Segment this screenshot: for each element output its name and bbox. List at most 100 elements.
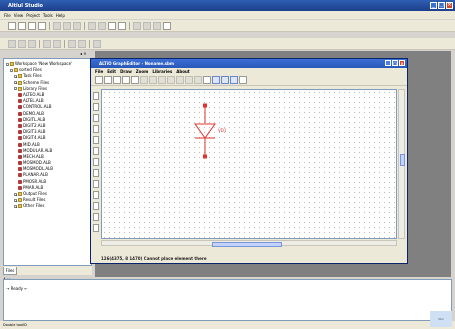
list-icon[interactable] xyxy=(28,39,36,48)
palette-pencil-icon[interactable] xyxy=(93,114,99,122)
editor-cut-icon[interactable] xyxy=(140,76,148,84)
zoom-out-icon[interactable] xyxy=(221,76,229,84)
diode-pin-top[interactable] xyxy=(203,103,207,108)
editor-menu-zoom[interactable]: Zoom xyxy=(136,69,149,74)
tab-files[interactable]: Files xyxy=(3,267,17,275)
secondary-toolbar xyxy=(0,38,455,50)
palette-rect-icon[interactable] xyxy=(93,136,99,144)
tree-item[interactable]: + Other Files xyxy=(6,203,89,209)
new-file-icon[interactable] xyxy=(8,21,16,30)
editor-preview-icon[interactable] xyxy=(131,76,139,84)
help-icon[interactable] xyxy=(118,21,126,30)
arrow-down-icon[interactable] xyxy=(53,39,61,48)
settings-icon[interactable] xyxy=(163,21,171,30)
palette-line-icon[interactable] xyxy=(93,125,99,133)
editor-help-icon[interactable] xyxy=(239,76,247,84)
arrow-up-icon[interactable] xyxy=(43,39,51,48)
editor-print-icon[interactable] xyxy=(122,76,130,84)
run-icon[interactable] xyxy=(133,21,141,30)
vertical-scroll-thumb[interactable] xyxy=(400,154,405,166)
child-close-button[interactable]: × xyxy=(399,60,405,66)
palette-ground-icon[interactable] xyxy=(93,191,99,199)
editor-save-icon[interactable] xyxy=(113,76,121,84)
bookmark-icon[interactable] xyxy=(93,39,101,48)
canvas-horizontal-scrollbar[interactable] xyxy=(101,240,397,247)
tree-expander-icon[interactable]: + xyxy=(14,81,18,85)
schematic-canvas[interactable]: VD1 xyxy=(101,89,397,239)
editor-menu-libraries[interactable]: Libraries xyxy=(152,69,172,74)
library-file-icon xyxy=(18,111,22,116)
editor-paste-icon[interactable] xyxy=(158,76,166,84)
tree-expander-icon[interactable]: + xyxy=(14,74,18,78)
menu-help[interactable]: Help xyxy=(56,13,65,18)
palette-text-icon[interactable] xyxy=(93,213,99,221)
editor-rotate-icon[interactable] xyxy=(194,76,202,84)
canvas-vertical-scrollbar[interactable] xyxy=(398,89,405,239)
diode-pin-bottom[interactable] xyxy=(203,154,207,159)
editor-menu-draw[interactable]: Draw xyxy=(120,69,132,74)
editor-menu-file[interactable]: File xyxy=(95,69,103,74)
undo-icon[interactable] xyxy=(88,21,96,30)
paste-icon[interactable] xyxy=(73,21,81,30)
editor-delete-icon[interactable] xyxy=(185,76,193,84)
editor-new-icon[interactable] xyxy=(95,76,103,84)
editor-copy-icon[interactable] xyxy=(149,76,157,84)
stop-icon[interactable] xyxy=(143,21,151,30)
palette-arc-icon[interactable] xyxy=(93,158,99,166)
back-icon[interactable] xyxy=(68,39,76,48)
editor-open-icon[interactable] xyxy=(104,76,112,84)
save-icon[interactable] xyxy=(28,21,36,30)
tree-expander-icon[interactable]: + xyxy=(14,192,18,196)
editor-redo-icon[interactable] xyxy=(176,76,184,84)
minimize-button[interactable]: _ xyxy=(430,2,437,9)
editor-menu-edit[interactable]: Edit xyxy=(107,69,116,74)
menu-tools[interactable]: Tools xyxy=(43,13,53,18)
build-icon[interactable] xyxy=(153,21,161,30)
maximize-button[interactable]: □ xyxy=(438,2,445,9)
menu-view[interactable]: View xyxy=(14,13,24,18)
indent-icon[interactable] xyxy=(8,39,16,48)
palette-image-icon[interactable] xyxy=(93,224,99,232)
palette-pointer-icon[interactable] xyxy=(93,92,99,100)
library-file-icon xyxy=(18,179,22,184)
close-button[interactable]: × xyxy=(446,2,453,9)
menu-file[interactable]: File xyxy=(4,13,11,18)
diode-triangle xyxy=(194,123,216,139)
zoom-in-icon[interactable] xyxy=(212,76,220,84)
open-file-icon[interactable] xyxy=(18,21,26,30)
tree-expander-icon[interactable]: - xyxy=(14,87,17,91)
palette-port-icon[interactable] xyxy=(93,180,99,188)
folder-icon xyxy=(18,204,22,209)
tree-expander-icon[interactable]: - xyxy=(10,68,13,72)
tree-expander-icon[interactable]: + xyxy=(14,204,18,208)
forward-icon[interactable] xyxy=(78,39,86,48)
tree-item-label: PMOSR.ALB xyxy=(23,178,47,184)
palette-ellipse-icon[interactable] xyxy=(93,147,99,155)
find-icon[interactable] xyxy=(108,21,116,30)
outdent-icon[interactable] xyxy=(18,39,26,48)
cut-icon[interactable] xyxy=(53,21,61,30)
tree-item-label: Scheme Files xyxy=(23,79,50,85)
menu-project[interactable]: Project xyxy=(26,13,40,18)
palette-polygon-icon[interactable] xyxy=(93,169,99,177)
copy-icon[interactable] xyxy=(63,21,71,30)
palette-component-icon[interactable] xyxy=(93,103,99,111)
save-all-icon[interactable] xyxy=(38,21,46,30)
tree-item-label: Output Files xyxy=(23,191,47,197)
editor-library-icon[interactable] xyxy=(203,76,211,84)
library-file-icon xyxy=(18,167,22,172)
element-palette xyxy=(92,89,100,249)
editor-menu-about[interactable]: About xyxy=(176,69,189,74)
palette-junction-icon[interactable] xyxy=(93,202,99,210)
pane-controls[interactable]: ◂ × xyxy=(80,51,87,56)
tree-expander-icon[interactable]: - xyxy=(6,62,9,66)
zoom-fit-icon[interactable] xyxy=(230,76,238,84)
tree-item-label: DIGITL.ALB xyxy=(23,116,46,122)
child-maximize-button[interactable]: □ xyxy=(392,60,398,66)
diode-symbol[interactable]: VD1 xyxy=(102,90,398,240)
child-minimize-button[interactable]: _ xyxy=(385,60,391,66)
editor-undo-icon[interactable] xyxy=(167,76,175,84)
horizontal-scroll-thumb[interactable] xyxy=(212,241,282,247)
tree-expander-icon[interactable]: + xyxy=(14,198,18,202)
redo-icon[interactable] xyxy=(98,21,106,30)
